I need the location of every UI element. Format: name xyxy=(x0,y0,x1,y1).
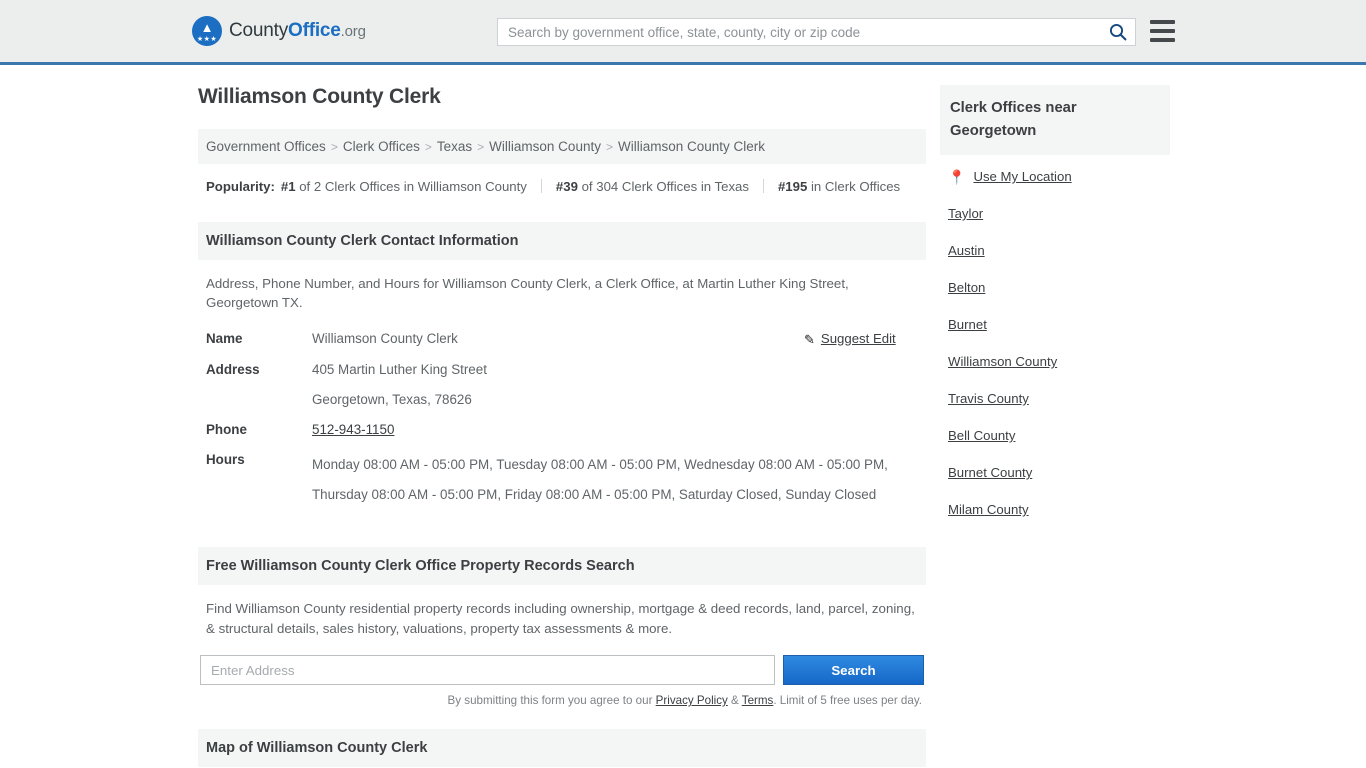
hours-label: Hours xyxy=(206,452,245,467)
map-pin-icon: 📍 xyxy=(948,168,966,185)
table-row: Name Williamson County Clerk ✎ Suggest Ed… xyxy=(198,324,926,355)
breadcrumb: Government Offices > Clerk Offices > Texas > W… xyxy=(198,129,926,164)
sidebar-item-burnet[interactable]: Burnet xyxy=(948,317,1162,332)
breadcrumb-separator: > xyxy=(330,140,338,154)
table-row: Address 405 Martin Luther King Street Ge… xyxy=(198,355,926,415)
table-row: Hours Monday 08:00 AM - 05:00 PM, Tuesda… xyxy=(198,445,926,515)
hamburger-menu-icon[interactable] xyxy=(1150,20,1175,42)
address-line-1: 405 Martin Luther King Street xyxy=(312,362,487,377)
sidebar-item-bell-county[interactable]: Bell County xyxy=(948,428,1162,443)
search-input[interactable] xyxy=(498,19,1101,45)
contact-details-table: Name Williamson County Clerk ✎ Suggest Ed… xyxy=(198,324,926,515)
phone-value: 512-943-1150 xyxy=(312,415,926,445)
breadcrumb-item-1[interactable]: Clerk Offices xyxy=(343,139,420,154)
address-input[interactable] xyxy=(200,655,775,685)
property-search-button[interactable]: Search xyxy=(783,655,924,685)
popularity-text-1: of 304 Clerk Offices in Texas xyxy=(581,179,749,194)
hours-value: Monday 08:00 AM - 05:00 PM, Tuesday 08:0… xyxy=(312,457,888,502)
breadcrumb-separator: > xyxy=(605,140,613,154)
contact-description: Address, Phone Number, and Hours for Wil… xyxy=(206,276,849,310)
suggest-edit-link[interactable]: Suggest Edit xyxy=(821,331,896,346)
sidebar-item-use-my-location[interactable]: 📍 Use My Location xyxy=(948,169,1162,184)
popularity-text-0: of 2 Clerk Offices in Williamson County xyxy=(299,179,527,194)
table-row: Phone 512-943-1150 xyxy=(198,415,926,445)
global-search xyxy=(497,18,1136,46)
popularity-rank-0: #1 xyxy=(280,179,296,194)
breadcrumb-separator: > xyxy=(477,140,485,154)
sidebar-item-burnet-county[interactable]: Burnet County xyxy=(948,465,1162,480)
privacy-policy-link[interactable]: Privacy Policy xyxy=(656,694,728,707)
sidebar-link-list: 📍 Use My Location Taylor Austin Belton B… xyxy=(940,155,1170,517)
site-header: ▲ ★★★ CountyOffice.org xyxy=(0,0,1366,65)
popularity-divider xyxy=(762,179,764,193)
popularity-stats: Popularity: #1 of 2 Clerk Offices in Will… xyxy=(198,164,926,204)
disclaimer-prefix: By submitting this form you agree to our xyxy=(447,694,656,707)
popularity-text-2: in Clerk Offices xyxy=(810,179,901,194)
popularity-rank-2: #195 xyxy=(777,179,808,194)
name-value: Williamson County Clerk xyxy=(312,331,458,346)
property-search-form: Search xyxy=(198,655,926,685)
phone-label: Phone xyxy=(206,422,247,437)
breadcrumb-item-3[interactable]: Williamson County xyxy=(489,139,601,154)
map-section-heading: Map of Williamson County Clerk xyxy=(198,729,926,767)
logo-text-org: .org xyxy=(340,23,366,40)
sidebar: Clerk Offices near Georgetown 📍 Use My L… xyxy=(940,85,1170,539)
site-logo[interactable]: ▲ ★★★ CountyOffice.org xyxy=(192,15,366,47)
suggest-edit-cell: ✎ Suggest Edit xyxy=(804,324,926,355)
address-line-2: Georgetown, Texas, 78626 xyxy=(312,392,472,407)
logo-text-county: County xyxy=(229,20,289,41)
sidebar-item-milam-county[interactable]: Milam County xyxy=(948,502,1162,517)
phone-link[interactable]: 512-943-1150 xyxy=(312,422,394,437)
sidebar-item-austin[interactable]: Austin xyxy=(948,243,1162,258)
use-my-location-label: Use My Location xyxy=(973,169,1072,184)
sidebar-item-taylor[interactable]: Taylor xyxy=(948,206,1162,221)
popularity-rank-1: #39 xyxy=(555,179,578,194)
breadcrumb-item-0[interactable]: Government Offices xyxy=(206,139,326,154)
main-content: Williamson County Clerk Government Offic… xyxy=(198,85,926,767)
logo-text-office: Office xyxy=(288,20,341,41)
address-value: 405 Martin Luther King Street Georgetown… xyxy=(312,355,926,415)
disclaimer-suffix: . Limit of 5 free uses per day. xyxy=(773,694,922,707)
sidebar-item-williamson-county[interactable]: Williamson County xyxy=(948,354,1162,369)
sidebar-item-belton[interactable]: Belton xyxy=(948,280,1162,295)
popularity-divider xyxy=(540,179,542,193)
form-disclaimer: By submitting this form you agree to our… xyxy=(198,685,926,707)
sidebar-item-travis-county[interactable]: Travis County xyxy=(948,391,1162,406)
popularity-label: Popularity: xyxy=(206,179,275,194)
pencil-edit-icon: ✎ xyxy=(804,332,815,347)
breadcrumb-separator: > xyxy=(424,140,432,154)
terms-link[interactable]: Terms xyxy=(742,694,774,707)
breadcrumb-item-4[interactable]: Williamson County Clerk xyxy=(618,139,765,154)
property-search-heading: Free Williamson County Clerk Office Prop… xyxy=(198,547,926,585)
eagle-seal-icon: ▲ ★★★ xyxy=(192,16,222,46)
name-label: Name xyxy=(206,331,243,346)
breadcrumb-item-2[interactable]: Texas xyxy=(437,139,472,154)
address-label: Address xyxy=(206,362,260,377)
logo-wordmark: CountyOffice.org xyxy=(229,20,366,42)
search-icon[interactable] xyxy=(1101,19,1135,45)
disclaimer-amp: & xyxy=(727,694,742,707)
property-search-description: Find Williamson County residential prope… xyxy=(206,601,915,636)
contact-section-heading: Williamson County Clerk Contact Informat… xyxy=(198,222,926,260)
sidebar-heading: Clerk Offices near Georgetown xyxy=(940,85,1170,155)
page-title: Williamson County Clerk xyxy=(198,85,441,108)
